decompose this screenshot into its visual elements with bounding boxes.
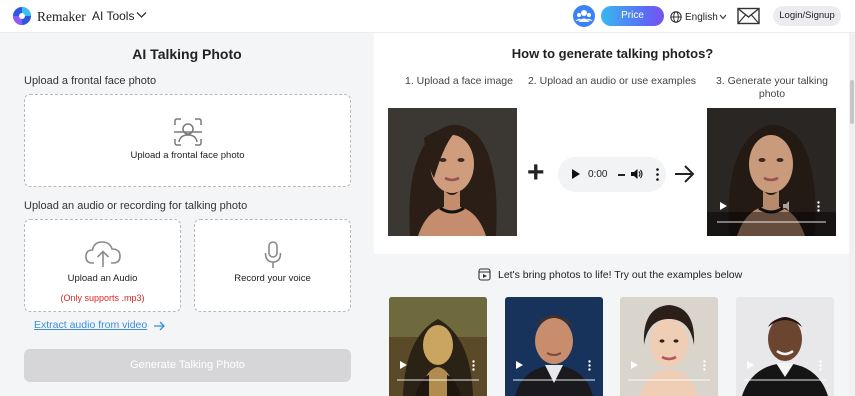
play-icon[interactable] [400,361,407,369]
remaker-logo-icon[interactable] [12,6,32,26]
video-progress-bar[interactable] [717,221,826,223]
upload-photo-dropzone[interactable]: Upload a frontal face photo [24,94,351,187]
examples-label: Let's bring photos to life! Try out the … [498,269,743,281]
examples-section: Let's bring photos to life! Try out the … [374,254,855,396]
scrollbar-thumb[interactable] [850,80,854,124]
more-options-icon[interactable] [819,360,822,371]
play-icon[interactable] [720,202,727,210]
arrow-right-icon [675,165,695,183]
mail-icon[interactable] [737,7,760,25]
volume-icon[interactable] [783,201,794,211]
plus-sign: + [527,156,545,189]
upload-photo-label: Upload a frontal face photo [130,150,245,161]
more-options-icon[interactable] [588,360,591,371]
example-card-mona-lisa[interactable] [389,297,487,396]
example-audio-player[interactable]: 0:00 [558,157,666,192]
upload-audio-dropzone[interactable]: Upload an Audio (Only supports .mp3) [24,219,181,312]
record-voice-button[interactable]: Record your voice [194,219,351,312]
video-progress-bar[interactable] [628,379,710,381]
chevron-down-icon[interactable] [136,11,147,19]
brand-name[interactable]: Remaker [37,9,86,25]
audio-time: 0:00 [588,169,608,180]
video-file-icon [478,268,491,281]
upload-photo-heading: Upload a frontal face photo [24,75,157,87]
microphone-icon [264,241,282,268]
arrow-right-icon[interactable] [153,321,166,331]
upload-audio-heading: Upload an audio or recording for talking… [24,200,248,212]
how-to-section: How to generate talking photos? 1. Uploa… [374,33,855,254]
audio-progress[interactable] [618,174,625,176]
play-icon[interactable] [631,361,638,369]
sample-face-image [388,108,517,236]
cloud-upload-icon [85,241,121,267]
video-progress-bar[interactable] [513,379,595,381]
step-1-label: 1. Upload a face image [405,75,513,87]
step-2-label: 2. Upload an audio or use examples [527,75,697,87]
volume-icon[interactable] [631,168,643,180]
more-options-icon[interactable] [656,168,659,181]
example-card-arnold[interactable] [505,297,603,396]
mp3-only-note: (Only supports .mp3) [60,293,145,303]
step-3-label: 3. Generate your talking photo [715,75,829,100]
how-to-title: How to generate talking photos? [511,46,714,61]
page-title: AI Talking Photo [132,46,242,62]
example-card-will[interactable] [736,297,834,396]
upload-audio-label: Upload an Audio [67,273,138,284]
face-scan-icon [174,118,202,146]
more-options-icon[interactable] [703,360,706,371]
globe-icon[interactable] [670,11,682,23]
play-icon[interactable] [516,361,523,369]
record-voice-label: Record your voice [234,273,311,284]
language-selector[interactable]: English [685,12,718,23]
result-video-player[interactable] [707,108,836,236]
community-icon[interactable] [573,5,595,27]
more-options-icon[interactable] [817,201,820,212]
upload-panel: AI Talking Photo Upload a frontal face p… [0,33,374,396]
generate-button[interactable]: Generate Talking Photo [24,349,351,382]
video-progress-bar[interactable] [397,379,479,381]
video-progress-bar[interactable] [744,379,826,381]
play-icon[interactable] [572,169,580,179]
login-signup-button[interactable]: Login/Signup [773,6,841,26]
play-icon[interactable] [747,361,754,369]
top-bar: Remaker AI Tools Price English Login/Sig… [0,0,855,33]
ai-tools-menu[interactable]: AI Tools [92,9,134,23]
chevron-down-icon[interactable] [719,14,727,20]
extract-audio-link[interactable]: Extract audio from video [34,319,147,331]
more-options-icon[interactable] [472,360,475,371]
example-card-audrey[interactable] [620,297,718,396]
price-button[interactable]: Price [601,6,664,26]
